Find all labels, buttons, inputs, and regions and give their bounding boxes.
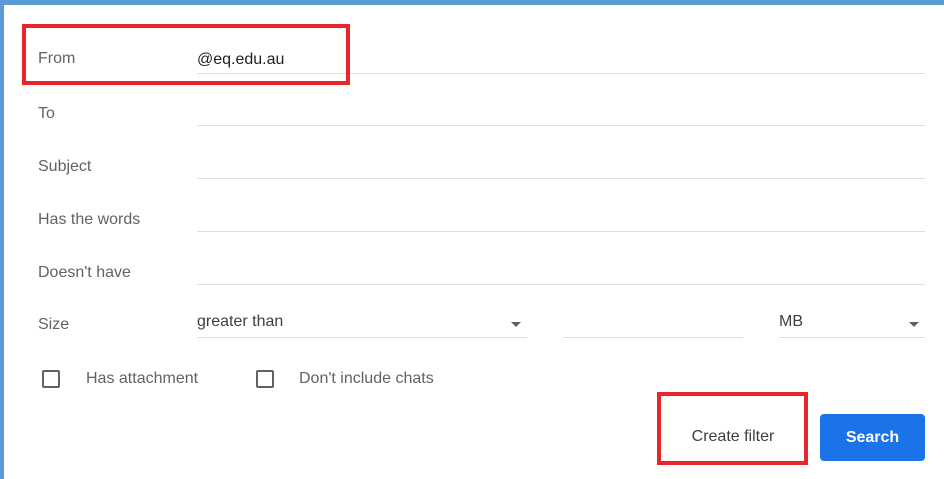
chevron-down-icon xyxy=(909,322,919,327)
doesnt-have-label: Doesn't have xyxy=(38,264,131,281)
size-unit-value: MB xyxy=(779,313,803,330)
from-field[interactable] xyxy=(197,46,925,74)
size-comparator-select[interactable]: greater than xyxy=(197,310,527,338)
has-the-words-label: Has the words xyxy=(38,211,141,228)
has-attachment-checkbox[interactable] xyxy=(42,370,60,388)
chevron-down-icon xyxy=(511,322,521,327)
search-button[interactable]: Search xyxy=(820,414,925,461)
doesnt-have-field[interactable] xyxy=(197,257,925,285)
to-field[interactable] xyxy=(197,98,925,126)
size-value-field[interactable] xyxy=(563,310,743,338)
size-label: Size xyxy=(38,316,70,333)
to-label: To xyxy=(38,105,55,122)
size-comparator-value: greater than xyxy=(197,313,284,330)
has-the-words-field[interactable] xyxy=(197,204,925,232)
has-attachment-label: Has attachment xyxy=(86,370,199,387)
subject-label: Subject xyxy=(38,158,92,175)
from-label: From xyxy=(38,50,76,67)
create-filter-button[interactable]: Create filter xyxy=(668,417,798,457)
dont-include-chats-label: Don't include chats xyxy=(299,370,434,387)
size-unit-select[interactable]: MB xyxy=(779,310,925,338)
subject-field[interactable] xyxy=(197,151,925,179)
dont-include-chats-checkbox[interactable] xyxy=(256,370,274,388)
